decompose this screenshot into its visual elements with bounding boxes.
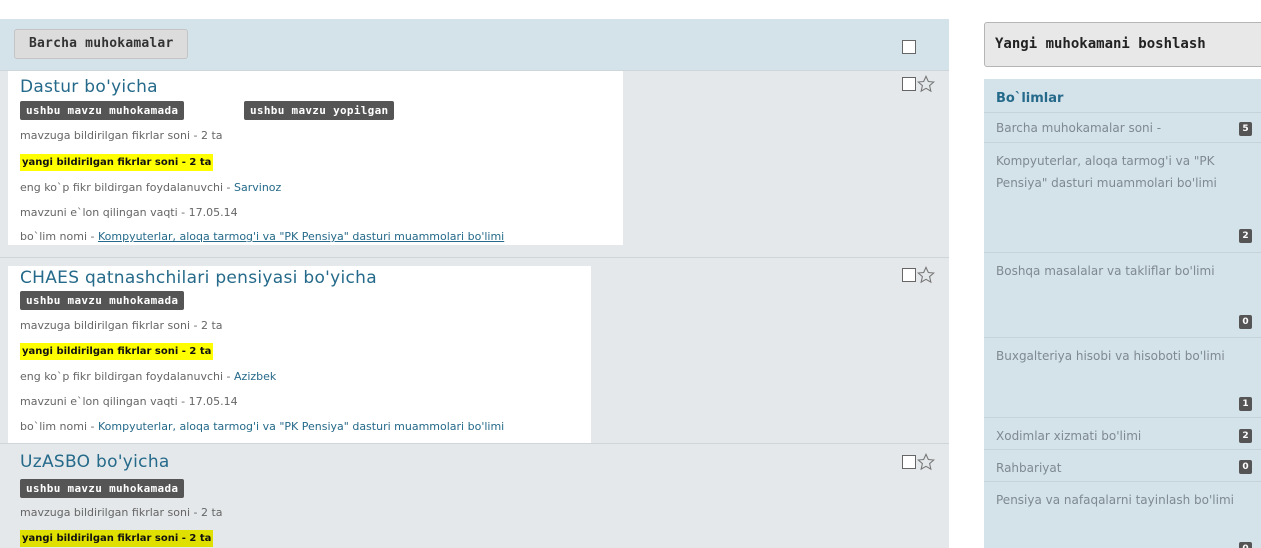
new-comments-highlight: yangi bildirilgan fikrlar soni - 2 ta xyxy=(20,343,214,360)
topic-select-checkbox[interactable] xyxy=(902,268,916,282)
section-item-label: Boshqa masalalar va takliflar bo'limi xyxy=(996,264,1215,278)
comments-count: mavzuga bildirilgan fikrlar soni - 2 ta xyxy=(20,506,223,519)
top-commenter-label: eng ko`p fikr bildirgan foydalanuvchi - xyxy=(20,370,235,383)
section-name-label: bo`lim nomi - xyxy=(20,420,98,433)
status-badge-discussing: ushbu mavzu muhokamada xyxy=(20,479,185,498)
topic-card: CHAES qatnashchilari pensiyasi bo'yicha … xyxy=(8,266,591,444)
topic-title-link[interactable]: UzASBO bo'yicha xyxy=(20,452,170,472)
top-commenter-label: eng ko`p fikr bildirgan foydalanuvchi - xyxy=(20,181,235,194)
star-icon[interactable] xyxy=(917,266,935,284)
topic-select-checkbox[interactable] xyxy=(902,77,916,91)
section-name: bo`lim nomi - Kompyuterlar, aloqa tarmog… xyxy=(20,230,504,243)
section-item-label: Barcha muhokamalar soni - xyxy=(996,121,1162,135)
section-item-hr[interactable]: Xodimlar xizmati bo'limi 2 xyxy=(984,417,1261,449)
new-comments-highlight: yangi bildirilgan fikrlar soni - 2 ta xyxy=(20,154,214,171)
section-item-other[interactable]: Boshqa masalalar va takliflar bo'limi 0 xyxy=(984,252,1261,337)
topic-select-checkbox[interactable] xyxy=(902,455,916,469)
section-count-badge: 2 xyxy=(1239,229,1252,243)
section-count-badge: 0 xyxy=(1239,315,1252,329)
section-name: bo`lim nomi - Kompyuterlar, aloqa tarmog… xyxy=(20,420,504,433)
star-icon[interactable] xyxy=(917,75,935,93)
all-discussions-button[interactable]: Barcha muhokamalar xyxy=(14,29,189,59)
topic-row: Dastur bo'yicha ushbu mavzu muhokamada u… xyxy=(0,70,949,257)
section-item-computers[interactable]: Kompyuterlar, aloqa tarmog'i va "PK Pens… xyxy=(984,142,1261,252)
section-item-accounting[interactable]: Buxgalteriya hisobi va hisoboti bo'limi … xyxy=(984,337,1261,417)
status-badge-closed: ushbu mavzu yopilgan xyxy=(244,101,395,120)
sections-sidebar: Bo`limlar Barcha muhokamalar soni - 5 Ko… xyxy=(984,79,1261,548)
section-name-link[interactable]: Kompyuterlar, aloqa tarmog'i va "PK Pens… xyxy=(98,420,504,433)
section-count-badge: 1 xyxy=(1239,397,1252,411)
topic-row: CHAES qatnashchilari pensiyasi bo'yicha … xyxy=(0,257,949,444)
section-count-badge: 0 xyxy=(1239,460,1252,474)
section-item-label: Buxgalteriya hisobi va hisoboti bo'limi xyxy=(996,349,1225,363)
posted-date: mavzuni e`lon qilingan vaqti - 17.05.14 xyxy=(20,395,238,408)
status-badge-discussing: ushbu mavzu muhokamada xyxy=(20,291,185,310)
select-all-checkbox[interactable] xyxy=(902,40,916,54)
section-item-management[interactable]: Rahbariyat 0 xyxy=(984,449,1261,481)
section-item-label: Xodimlar xizmati bo'limi xyxy=(996,429,1142,443)
sections-title: Bo`limlar xyxy=(996,91,1064,106)
top-commenter: eng ko`p fikr bildirgan foydalanuvchi - … xyxy=(20,181,281,194)
section-count-badge: 5 xyxy=(1239,122,1252,136)
comments-count: mavzuga bildirilgan fikrlar soni - 2 ta xyxy=(20,129,223,142)
section-count-badge: 2 xyxy=(1239,429,1252,443)
status-badge-discussing: ushbu mavzu muhokamada xyxy=(20,101,185,120)
section-item-label: Kompyuterlar, aloqa tarmog'i va "PK Pens… xyxy=(996,154,1217,190)
section-item-pension[interactable]: Pensiya va nafaqalarni tayinlash bo'limi… xyxy=(984,481,1261,548)
top-commenter: eng ko`p fikr bildirgan foydalanuvchi - … xyxy=(20,370,276,383)
list-header: Barcha muhokamalar xyxy=(0,19,949,70)
section-item-label: Rahbariyat xyxy=(996,461,1062,475)
posted-date: mavzuni e`lon qilingan vaqti - 17.05.14 xyxy=(20,206,238,219)
section-name-label: bo`lim nomi - xyxy=(20,230,98,243)
top-commenter-link[interactable]: Sarvinoz xyxy=(234,181,281,194)
star-icon[interactable] xyxy=(917,453,935,471)
topic-title-link[interactable]: Dastur bo'yicha xyxy=(20,77,158,97)
section-item-all[interactable]: Barcha muhokamalar soni - 5 xyxy=(984,112,1261,142)
topic-title-link[interactable]: CHAES qatnashchilari pensiyasi bo'yicha xyxy=(20,268,377,288)
new-comments-highlight: yangi bildirilgan fikrlar soni - 2 ta xyxy=(20,530,214,547)
section-count-badge: 0 xyxy=(1239,542,1252,548)
discussion-list-panel: Barcha muhokamalar Dastur bo'yicha ushbu… xyxy=(0,19,949,548)
new-discussion-button[interactable]: Yangi muhokamani boshlash xyxy=(984,22,1261,67)
top-commenter-link[interactable]: Azizbek xyxy=(234,370,276,383)
topic-row: UzASBO bo'yicha ushbu mavzu muhokamada m… xyxy=(0,443,949,548)
section-name-link[interactable]: Kompyuterlar, aloqa tarmog'i va "PK Pens… xyxy=(98,230,504,243)
section-item-label: Pensiya va nafaqalarni tayinlash bo'limi xyxy=(996,493,1235,507)
topic-card: Dastur bo'yicha ushbu mavzu muhokamada u… xyxy=(8,71,623,245)
comments-count: mavzuga bildirilgan fikrlar soni - 2 ta xyxy=(20,319,223,332)
